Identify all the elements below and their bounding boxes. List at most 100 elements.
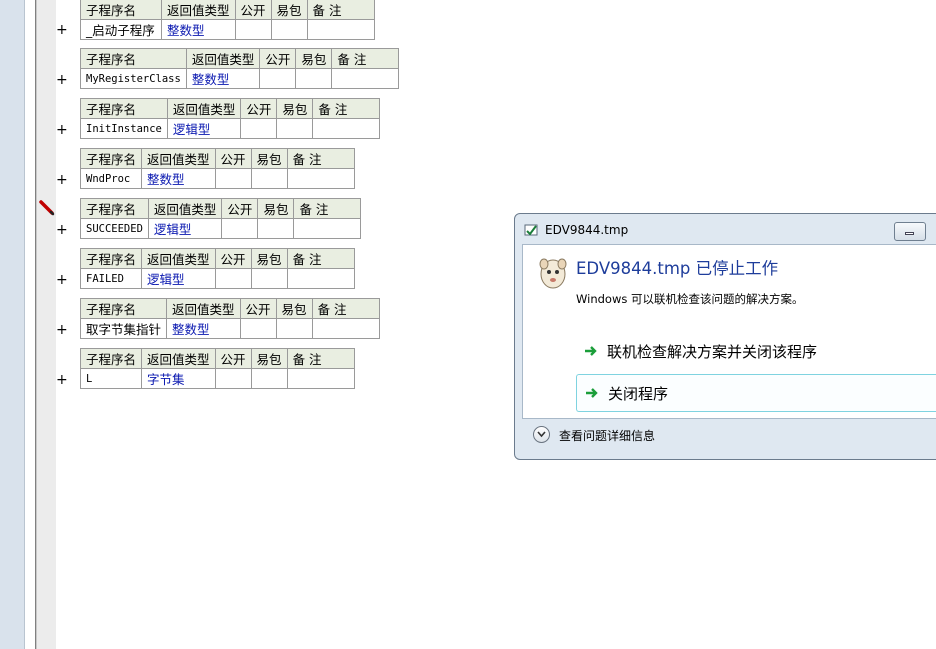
col-remark-header: 备 注: [312, 98, 381, 119]
public-cell[interactable]: [259, 68, 297, 89]
marker-gutter: [36, 0, 56, 649]
subroutine-table: 子程序名 返回值类型 公开 易包 备 注 取字节集指针 整数型: [79, 298, 380, 339]
return-type[interactable]: 整数型: [161, 19, 236, 40]
subroutine-table: 子程序名 返回值类型 公开 易包 备 注 MyRegisterClass 整数型: [80, 48, 400, 89]
pkg-cell[interactable]: [276, 118, 314, 139]
col-public-header: 公开: [240, 98, 278, 119]
public-cell[interactable]: [214, 168, 252, 189]
expand-plus[interactable]: +: [56, 23, 68, 37]
subroutine-table: 子程序名 返回值类型 公开 易包 备 注 WndProc 整数型: [79, 148, 355, 189]
col-public-header: 公开: [239, 298, 277, 319]
public-cell[interactable]: [214, 268, 252, 289]
public-cell[interactable]: [240, 118, 278, 139]
col-name-header: 子程序名: [79, 348, 143, 369]
remark-cell[interactable]: [311, 318, 380, 339]
col-pkg-header: 易包: [250, 148, 288, 169]
return-type[interactable]: 逻辑型: [147, 218, 223, 239]
view-details-link[interactable]: 查看问题详细信息: [559, 427, 655, 444]
remark-cell[interactable]: [312, 118, 381, 139]
col-pkg-header: 易包: [257, 198, 295, 219]
minimize-button[interactable]: [894, 222, 926, 241]
return-type[interactable]: 整数型: [141, 168, 216, 189]
col-pkg-header: 易包: [275, 298, 313, 319]
green-arrow-icon: [586, 388, 598, 398]
remark-cell[interactable]: [293, 218, 362, 239]
close-program-label: 关闭程序: [608, 385, 669, 403]
pkg-cell[interactable]: [257, 218, 295, 239]
col-name-header: 子程序名: [79, 148, 143, 169]
subroutine-table: 子程序名 返回值类型 公开 易包 备 注 L 字节集: [79, 348, 355, 389]
chevron-down-icon[interactable]: [533, 426, 550, 443]
dialog-titlebar[interactable]: EDV9844.tmp: [515, 214, 936, 244]
dialog-heading: EDV9844.tmp 已停止工作: [576, 259, 779, 278]
col-name-header: 子程序名: [79, 298, 168, 319]
return-type[interactable]: 整数型: [166, 318, 241, 339]
public-cell[interactable]: [239, 318, 277, 339]
col-return-header: 返回值类型: [185, 48, 261, 69]
pkg-cell[interactable]: [275, 318, 313, 339]
check-online-label: 联机检查解决方案并关闭该程序: [607, 343, 818, 361]
return-type[interactable]: 字节集: [141, 368, 216, 389]
subroutine-name[interactable]: WndProc: [79, 168, 143, 189]
subroutine-name[interactable]: L: [79, 368, 143, 389]
col-remark-header: 备 注: [286, 148, 355, 169]
expand-plus[interactable]: +: [56, 323, 68, 337]
subroutine-name[interactable]: _启动子程序: [80, 19, 162, 40]
col-name-header: 子程序名: [80, 0, 162, 20]
col-pkg-header: 易包: [250, 348, 288, 369]
remark-cell[interactable]: [306, 19, 375, 40]
return-type[interactable]: 整数型: [185, 68, 261, 89]
line-gutter: [25, 0, 36, 649]
col-pkg-header: 易包: [276, 98, 314, 119]
subroutine-table-selected: 子程序名 返回值类型 公开 易包 备 注 SUCCEEDED 逻辑型: [80, 198, 362, 239]
expand-plus[interactable]: +: [56, 273, 68, 287]
dialog-message: Windows 可以联机检查该问题的解决方案。: [576, 292, 804, 306]
check-online-option[interactable]: 联机检查解决方案并关闭该程序: [576, 333, 936, 371]
remark-cell[interactable]: [331, 68, 400, 89]
col-pkg-header: 易包: [250, 248, 288, 269]
public-cell[interactable]: [221, 218, 259, 239]
col-remark-header: 备 注: [306, 0, 375, 20]
return-type[interactable]: 逻辑型: [141, 268, 216, 289]
dialog-body: EDV9844.tmp 已停止工作 Windows 可以联机检查该问题的解决方案…: [522, 244, 936, 419]
col-pkg-header: 易包: [270, 0, 308, 20]
expand-plus[interactable]: +: [56, 123, 68, 137]
col-public-header: 公开: [221, 198, 259, 219]
remark-cell[interactable]: [286, 268, 355, 289]
col-return-header: 返回值类型: [147, 198, 223, 219]
subroutine-name[interactable]: 取字节集指针: [79, 318, 168, 339]
public-cell[interactable]: [214, 368, 252, 389]
close-program-option[interactable]: 关闭程序: [576, 374, 936, 412]
remark-cell[interactable]: [286, 368, 355, 389]
col-return-header: 返回值类型: [166, 98, 242, 119]
pkg-cell[interactable]: [270, 19, 308, 40]
expand-plus[interactable]: +: [56, 73, 68, 87]
subroutine-name[interactable]: SUCCEEDED: [80, 218, 149, 239]
col-public-header: 公开: [259, 48, 297, 69]
col-pkg-header: 易包: [295, 48, 333, 69]
col-public-header: 公开: [214, 248, 252, 269]
pkg-cell[interactable]: [250, 368, 288, 389]
subroutine-name[interactable]: FAILED: [79, 268, 143, 289]
expand-plus[interactable]: +: [56, 173, 68, 187]
col-remark-header: 备 注: [311, 298, 380, 319]
expand-plus[interactable]: +: [56, 373, 68, 387]
col-remark-header: 备 注: [293, 198, 362, 219]
dialog-footer: 查看问题详细信息: [522, 418, 936, 458]
subroutine-name[interactable]: InitInstance: [80, 118, 168, 139]
remark-cell[interactable]: [286, 168, 355, 189]
col-return-header: 返回值类型: [141, 248, 216, 269]
pkg-cell[interactable]: [295, 68, 333, 89]
pkg-cell[interactable]: [250, 268, 288, 289]
pkg-cell[interactable]: [250, 168, 288, 189]
subroutine-name[interactable]: MyRegisterClass: [80, 68, 187, 89]
expand-plus[interactable]: +: [56, 223, 68, 237]
subroutine-table: 子程序名 返回值类型 公开 易包 备 注 FAILED 逻辑型: [79, 248, 355, 289]
app-icon: [524, 224, 538, 236]
public-cell[interactable]: [234, 19, 272, 40]
col-name-header: 子程序名: [80, 48, 187, 69]
mascot-icon: [539, 258, 567, 289]
return-type[interactable]: 逻辑型: [166, 118, 242, 139]
green-arrow-icon: [585, 346, 597, 356]
subroutine-table: 子程序名 返回值类型 公开 易包 备 注 InitInstance 逻辑型: [80, 98, 381, 139]
